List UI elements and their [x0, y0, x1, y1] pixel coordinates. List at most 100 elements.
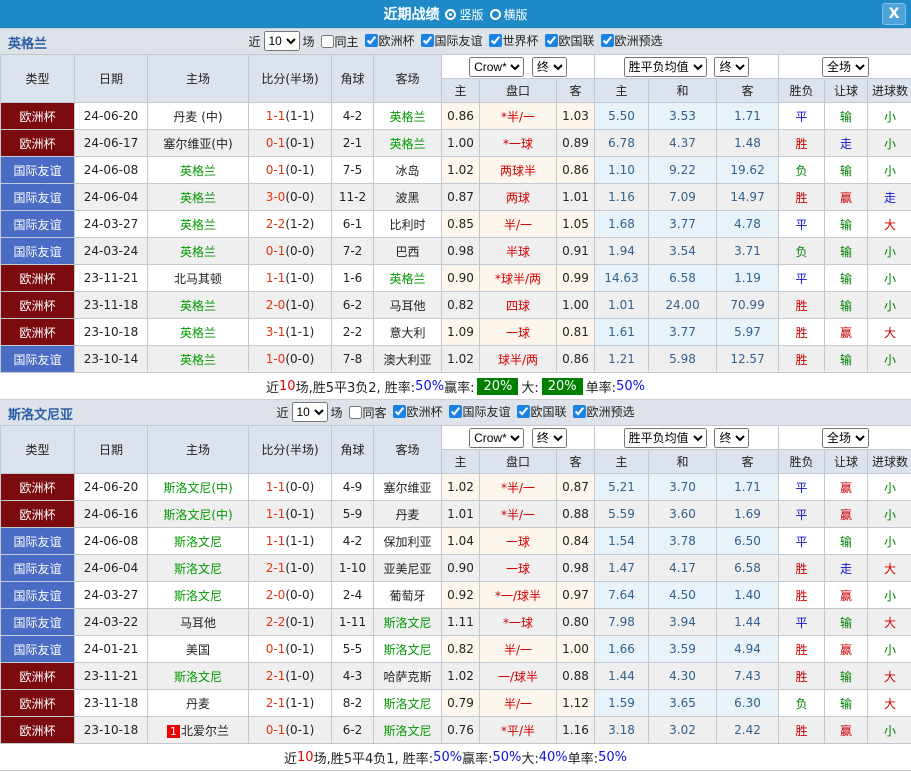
handicap-result-cell: 走	[824, 554, 869, 582]
summary-segment: 近	[284, 751, 298, 767]
competition-checkbox[interactable]	[392, 405, 406, 418]
away-odds-cell: 0.88	[555, 500, 596, 528]
handicap-result-cell: 赢	[824, 581, 869, 609]
competition-checkbox[interactable]	[420, 34, 434, 47]
avg-home-cell: 1.16	[594, 183, 650, 211]
avg-select[interactable]: 胜平负均值	[623, 56, 707, 77]
competition-checkbox[interactable]	[516, 405, 530, 418]
avg-draw-cell: 24.00	[648, 291, 718, 319]
avg-home-cell: 1.47	[594, 554, 650, 582]
match-date-cell: 24-06-16	[74, 500, 148, 528]
fullmatch-select-group: 全场	[778, 425, 911, 450]
vertical-radio-icon[interactable]	[445, 8, 457, 20]
corner-cell: 4-2	[331, 102, 374, 130]
summary-segment: 40%	[538, 749, 568, 765]
match-date-cell: 24-06-20	[74, 473, 148, 501]
match-row: 国际友谊 24-03-27 斯洛文尼 2-0(0-0) 2-4 葡萄牙 0.92 *一/球半 0…	[0, 581, 911, 609]
score-cell: 3-0(0-0)	[248, 183, 332, 211]
match-type-cell: 欧洲杯	[0, 662, 75, 690]
competition-filter[interactable]: 欧国联	[544, 32, 595, 49]
competition-filter[interactable]: 国际友谊	[420, 32, 483, 49]
competition-filter[interactable]: 国际友谊	[448, 403, 511, 420]
avg-draw-cell: 3.53	[648, 102, 718, 130]
col-header-home: 主场	[147, 54, 249, 103]
avg-home-cell: 3.18	[594, 716, 650, 744]
section-team-name: 斯洛文尼亚	[8, 408, 74, 423]
home-team-cell: 塞尔维亚(中)	[147, 129, 249, 157]
score-cell: 2-1(1-0)	[248, 554, 332, 582]
home-team-cell: 英格兰	[147, 318, 249, 346]
avg-draw-cell: 4.30	[648, 662, 718, 690]
avg-final-select[interactable]: 终	[714, 56, 750, 77]
recent-count-select[interactable]: 10	[263, 31, 300, 51]
handicap-cell: 球半/两	[479, 345, 557, 373]
competition-filter[interactable]: 世界杯	[488, 32, 539, 49]
odds-company-select[interactable]: Crow*	[469, 427, 525, 448]
avg-draw-cell: 3.77	[648, 318, 718, 346]
avg-select[interactable]: 胜平负均值	[623, 427, 707, 448]
col-header-corner: 角球	[331, 425, 374, 474]
view-option-vertical[interactable]: 竖版	[445, 6, 484, 23]
avg-final-select[interactable]: 终	[714, 427, 750, 448]
competition-checkbox[interactable]	[600, 34, 614, 47]
away-team-cell: 比利时	[373, 210, 442, 238]
competition-label: 欧洲杯	[378, 34, 415, 48]
competition-checkbox[interactable]	[488, 34, 502, 47]
fullmatch-select[interactable]: 全场	[822, 427, 870, 448]
avg-draw-cell: 4.37	[648, 129, 718, 157]
summary-segment: 场,胜5平3负2, 胜率:	[295, 380, 416, 396]
competition-filter[interactable]: 欧洲预选	[600, 32, 663, 49]
same-venue-checkbox[interactable]	[348, 405, 362, 419]
match-date-cell: 24-06-17	[74, 129, 148, 157]
sub-header-goals: 进球数	[867, 78, 911, 103]
handicap-cell: *半/一	[479, 473, 557, 501]
competition-checkbox[interactable]	[448, 405, 462, 418]
horizontal-radio-icon[interactable]	[489, 8, 501, 20]
sub-header-handicap-result: 让球	[824, 449, 869, 474]
avg-draw-cell: 3.65	[648, 689, 718, 717]
col-header-away: 客场	[373, 425, 442, 474]
competition-checkbox[interactable]	[364, 34, 378, 47]
handicap-result-cell: 输	[824, 662, 869, 690]
score-cell: 1-0(0-0)	[248, 345, 332, 373]
same-venue-filter[interactable]: 同主	[320, 33, 358, 50]
home-team-cell: 英格兰	[147, 291, 249, 319]
match-type-cell: 欧洲杯	[0, 318, 75, 346]
match-type-cell: 国际友谊	[0, 608, 75, 636]
horizontal-radio-label: 横版	[503, 7, 528, 22]
odds-final-select[interactable]: 终	[531, 427, 567, 448]
match-type-cell: 国际友谊	[0, 210, 75, 238]
handicap-cell: 两球	[479, 183, 557, 211]
avg-home-cell: 1.61	[594, 318, 650, 346]
match-row: 欧洲杯 23-11-18 丹麦 2-1(1-1) 8-2 斯洛文尼 0.79 半/一 1.12 1…	[0, 689, 911, 717]
fullmatch-select[interactable]: 全场	[822, 56, 870, 77]
score-cell: 2-1(1-0)	[248, 662, 332, 690]
match-date-cell: 24-03-27	[74, 581, 148, 609]
goals-result-cell: 小	[867, 129, 911, 157]
away-odds-cell: 0.88	[555, 662, 596, 690]
competition-checkbox[interactable]	[544, 34, 558, 47]
close-icon[interactable]: X	[882, 3, 906, 25]
odds-final-select[interactable]: 终	[531, 56, 567, 77]
competition-filter[interactable]: 欧国联	[516, 403, 567, 420]
match-row: 欧洲杯 24-06-20 斯洛文尼(中) 1-1(0-0) 4-9 塞尔维亚 1.02 *半/…	[0, 473, 911, 501]
avg-away-cell: 2.42	[716, 716, 780, 744]
match-row: 国际友谊 24-03-27 英格兰 2-2(1-2) 6-1 比利时 0.85 半/一 1.05…	[0, 210, 911, 238]
competition-filter[interactable]: 欧洲预选	[572, 403, 635, 420]
competition-filter[interactable]: 欧洲杯	[364, 32, 415, 49]
competition-checkbox[interactable]	[572, 405, 586, 418]
view-option-horizontal[interactable]: 横版	[489, 6, 528, 23]
summary-segment: 大:	[521, 751, 539, 767]
col-header-home: 主场	[147, 425, 249, 474]
summary-segment: 50%	[415, 378, 445, 394]
summary-segment: 场,胜5平4负1, 胜率:	[313, 751, 434, 767]
home-team-cell: 马耳他	[147, 608, 249, 636]
avg-draw-cell: 4.50	[648, 581, 718, 609]
odds-company-select[interactable]: Crow*	[469, 56, 525, 77]
odds-select-group: Crow* 终	[440, 425, 596, 450]
same-venue-checkbox[interactable]	[320, 34, 334, 48]
recent-count-select[interactable]: 10	[291, 402, 328, 422]
home-odds-cell: 1.02	[441, 662, 480, 690]
competition-filter[interactable]: 欧洲杯	[392, 403, 443, 420]
same-venue-filter[interactable]: 同客	[348, 404, 386, 421]
